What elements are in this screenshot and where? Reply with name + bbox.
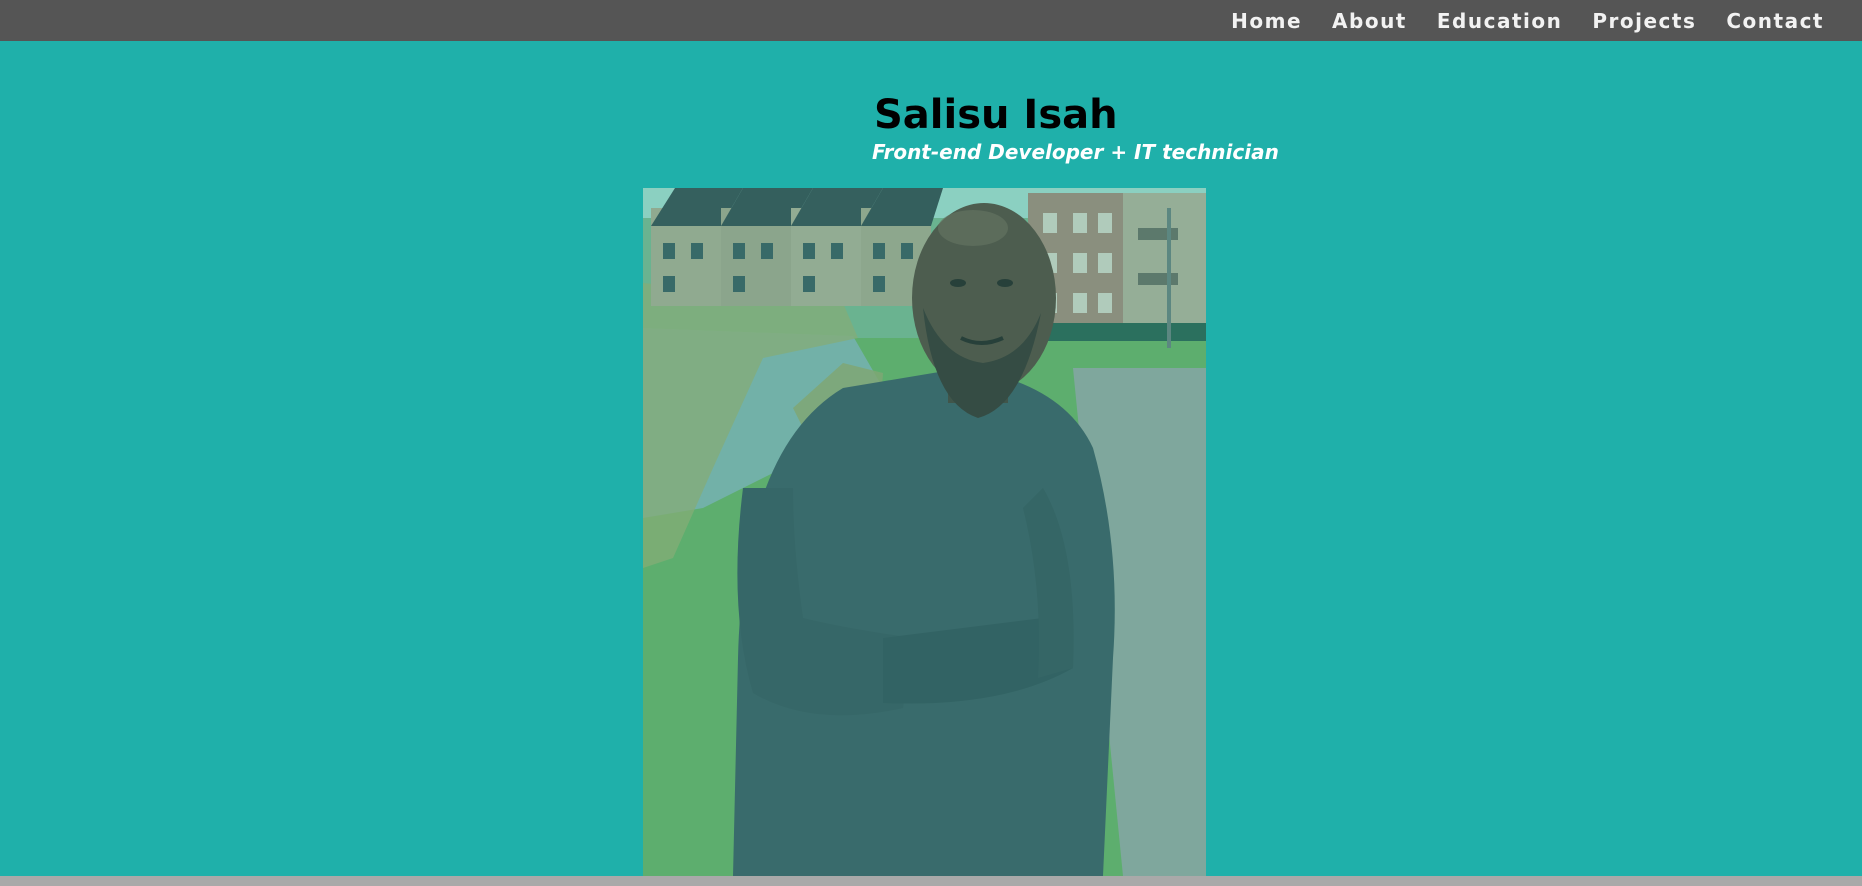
nav-about-link[interactable]: About <box>1332 9 1407 33</box>
top-navbar: Home About Education Projects Contact <box>0 0 1862 41</box>
profile-photo <box>643 188 1206 876</box>
nav-contact-link[interactable]: Contact <box>1726 9 1824 33</box>
profile-name: Salisu Isah <box>874 92 1118 138</box>
nav-home-link[interactable]: Home <box>1231 9 1302 33</box>
profile-photo-illustration <box>643 188 1206 876</box>
nav-menu: Home About Education Projects Contact <box>1201 0 1824 41</box>
nav-education-link[interactable]: Education <box>1437 9 1562 33</box>
footer-strip <box>0 876 1862 886</box>
profile-tagline: Front-end Developer + IT technician <box>872 140 1279 164</box>
nav-projects-link[interactable]: Projects <box>1592 9 1696 33</box>
